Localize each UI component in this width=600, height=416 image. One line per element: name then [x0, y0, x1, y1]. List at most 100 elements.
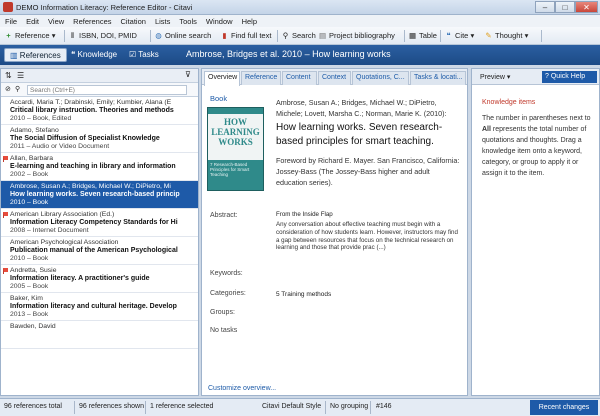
- reference-list-item[interactable]: Adamo, Stefano The Social Diffusion of Sp…: [1, 125, 198, 153]
- menu-lists[interactable]: Lists: [150, 15, 174, 26]
- project-bibliography-button[interactable]: ▤ Project bibliography: [318, 30, 395, 42]
- menu-edit[interactable]: Edit: [21, 15, 43, 26]
- chevron-down-icon: ▾: [506, 74, 511, 81]
- search-button[interactable]: ⚲ Search: [281, 30, 316, 42]
- minimize-button[interactable]: –: [535, 1, 555, 13]
- reference-year-type: 2005 – Book: [10, 283, 49, 291]
- tab-overview[interactable]: Overview: [204, 71, 240, 86]
- reference-year-type: 2010 – Book, Edited: [10, 115, 72, 123]
- window-title: DEMO Information Literacy: Reference Edi…: [16, 3, 193, 12]
- reference-title: Information literacy. A practitioner's g…: [10, 275, 150, 283]
- reference-author: Accardi, Maria T.; Drabinski, Emily; Kum…: [10, 99, 172, 106]
- knowledge-icon: ❝: [71, 50, 76, 59]
- tasks-icon: ☑: [129, 50, 137, 59]
- menu-tools[interactable]: Tools: [174, 15, 201, 26]
- status-total: 96 references total: [4, 403, 62, 410]
- status-grouping[interactable]: No grouping: [330, 403, 368, 410]
- maximize-button[interactable]: □: [555, 1, 575, 13]
- customize-overview-link[interactable]: Customize overview...: [208, 385, 276, 392]
- cite-button[interactable]: ❝ Cite ▾: [444, 30, 474, 42]
- reference-list-item[interactable]: Bawden, David: [1, 321, 198, 349]
- reference-year-type: 2013 – Book: [10, 311, 49, 319]
- reference-title: Critical library instruction. Theories a…: [10, 107, 174, 115]
- nav-knowledge[interactable]: ❝ Knowledge: [66, 48, 122, 62]
- cover-title: HOW LEARNING WORKS: [208, 114, 263, 160]
- search-options-icon[interactable]: ⊘: [5, 85, 11, 93]
- nav-references[interactable]: ▥ References: [4, 48, 67, 62]
- no-tasks-text: No tasks: [210, 327, 238, 334]
- reference-author: Ambrose, Susan A.; Bridges, Michael W.; …: [10, 183, 171, 190]
- search-icon: ⚲: [15, 86, 21, 93]
- reference-list-item[interactable]: Ambrose, Susan A.; Bridges, Michael W.; …: [1, 181, 198, 209]
- flag-icon: [3, 212, 8, 218]
- reference-list-item[interactable]: Accardi, Maria T.; Drabinski, Emily; Kum…: [1, 97, 198, 125]
- tab-reference[interactable]: Reference: [241, 71, 281, 85]
- nav-tasks[interactable]: ☑ Tasks: [124, 48, 164, 62]
- abstract-heading: From the Inside Flap: [276, 211, 333, 218]
- quick-help-button[interactable]: ? Quick Help: [542, 71, 597, 83]
- menu-view[interactable]: View: [43, 15, 68, 26]
- reference-list-item[interactable]: Allan, Barbara E-learning and teaching in…: [1, 153, 198, 181]
- right-pane-header: Preview ▾ ? Quick Help: [472, 69, 599, 85]
- reference-author: Andretta, Susie: [10, 267, 57, 274]
- search-box[interactable]: [541, 30, 595, 42]
- find-full-text-button[interactable]: ▮ Find full text: [220, 30, 271, 42]
- online-search-button[interactable]: ◍ Online search: [154, 30, 211, 42]
- cover-subtitle: 7 Research-Based Principles for Smart Te…: [210, 162, 250, 177]
- navigation-bar: ▥ References ❝ Knowledge ☑ Tasks Ambrose…: [0, 45, 600, 65]
- reference-title: Information literacy and cultural herita…: [10, 303, 177, 311]
- reference-list-item[interactable]: Andretta, Susie Information literacy. A p…: [1, 265, 198, 293]
- reference-list-pane: ⇅ ☰ ⊽ ⊘ ⚲ Accardi, Maria T.; Drabinski, …: [0, 68, 199, 396]
- sort-icon[interactable]: ⇅: [5, 71, 12, 80]
- editor-tabs: Overview Reference Content Context Quota…: [202, 69, 467, 86]
- list-view-icon[interactable]: ☰: [17, 71, 24, 80]
- thought-button[interactable]: ✎ Thought ▾: [484, 30, 528, 42]
- reference-title: Information Literacy Competency Standard…: [10, 219, 178, 227]
- menu-citation[interactable]: Citation: [116, 15, 150, 26]
- current-reference-title: Ambrose, Bridges et al. 2010 – How learn…: [186, 49, 391, 59]
- quick-search-bar: ⊘ ⚲: [1, 83, 198, 97]
- reference-list-item[interactable]: American Psychological Association Public…: [1, 237, 198, 265]
- flag-icon: [3, 156, 8, 162]
- menu-file[interactable]: File: [0, 15, 21, 26]
- toolbar: + Reference ▾ ⦀ ISBN, DOI, PMID ◍ Online se…: [0, 27, 600, 45]
- status-selected: 1 reference selected: [150, 403, 214, 410]
- status-bar: 96 references total 96 references shown …: [0, 398, 600, 416]
- reference-type[interactable]: Book: [210, 94, 227, 103]
- status-shown: 96 references shown: [79, 403, 144, 410]
- reference-list-toolbar: ⇅ ☰ ⊽: [1, 69, 198, 83]
- menu-window[interactable]: Window: [201, 15, 237, 26]
- close-button[interactable]: ✕: [575, 1, 598, 13]
- categories-value[interactable]: 5 Training methods: [276, 291, 331, 298]
- references-icon: ▥: [10, 51, 18, 60]
- menu-references[interactable]: References: [68, 15, 115, 26]
- reference-list-item[interactable]: American Library Association (Ed.) Inform…: [1, 209, 198, 237]
- quick-search-input[interactable]: [27, 85, 187, 95]
- quote-icon: ❝: [446, 31, 451, 40]
- add-reference-button[interactable]: + Reference ▾: [4, 30, 55, 42]
- recent-changes-button[interactable]: Recent changes: [530, 400, 598, 415]
- tab-content[interactable]: Content: [282, 71, 317, 85]
- title-bar: DEMO Information Literacy: Reference Edi…: [0, 0, 600, 15]
- isbn-button[interactable]: ⦀ ISBN, DOI, PMID: [68, 30, 137, 42]
- tab-context[interactable]: Context: [318, 71, 351, 85]
- tab-quotations[interactable]: Quotations, C...: [352, 71, 409, 85]
- reference-year-type: 2010 – Book: [10, 255, 49, 263]
- chevron-down-icon: ▾: [470, 31, 475, 40]
- globe-icon: ◍: [155, 31, 162, 40]
- reference-publisher: Foreword by Richard E. Mayer. San Franci…: [276, 156, 460, 187]
- reference-author: Bawden, David: [10, 323, 56, 330]
- chevron-down-icon: ▾: [524, 31, 529, 40]
- flag-icon: [3, 268, 8, 274]
- status-citation-style[interactable]: Citavi Default Style: [262, 403, 321, 410]
- menu-help[interactable]: Help: [237, 15, 261, 26]
- abstract-text: Any conversation about effective teachin…: [276, 221, 458, 252]
- reference-list-item[interactable]: Baker, Kim Information literacy and cultu…: [1, 293, 198, 321]
- preview-dropdown[interactable]: Preview ▾: [480, 73, 510, 81]
- reference-title: The Social Diffusion of Specialist Knowl…: [10, 135, 160, 143]
- filter-icon[interactable]: ⊽: [185, 70, 191, 79]
- citavi-app-icon: [3, 2, 13, 12]
- reference-author: Allan, Barbara: [10, 155, 54, 162]
- table-button[interactable]: ▦ Table: [408, 30, 437, 42]
- tab-tasks-locations[interactable]: Tasks & locati...: [410, 71, 466, 85]
